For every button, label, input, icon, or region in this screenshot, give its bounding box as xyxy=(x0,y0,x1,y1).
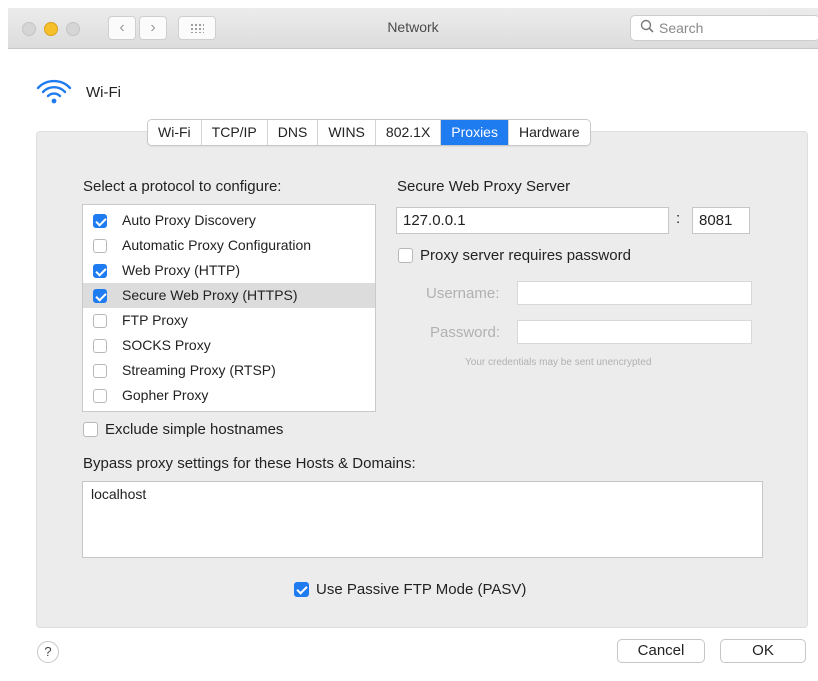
protocol-label: Automatic Proxy Configuration xyxy=(122,237,312,253)
wifi-icon xyxy=(34,77,74,105)
tab-wins[interactable]: WINS xyxy=(318,120,376,145)
protocol-label: Web Proxy (HTTP) xyxy=(122,262,240,278)
tab-8021x[interactable]: 802.1X xyxy=(375,120,442,145)
bypass-label: Bypass proxy settings for these Hosts & … xyxy=(83,455,416,472)
help-button[interactable]: ? xyxy=(37,641,59,663)
exclude-simple-checkbox[interactable] xyxy=(83,422,98,437)
title-bar: ‹ › Network Search xyxy=(8,8,818,49)
bypass-hosts-textarea[interactable]: localhost xyxy=(82,481,763,558)
protocol-checkbox[interactable] xyxy=(93,214,107,228)
search-placeholder: Search xyxy=(659,20,704,36)
protocol-label: Streaming Proxy (RTSP) xyxy=(122,362,276,378)
protocol-row-ftp[interactable]: FTP Proxy xyxy=(83,308,375,333)
protocol-row-rtsp[interactable]: Streaming Proxy (RTSP) xyxy=(83,358,375,383)
proxy-port-field[interactable]: 8081 xyxy=(692,207,750,234)
username-label: Username: xyxy=(426,285,500,302)
protocol-row-auto-discovery[interactable]: Auto Proxy Discovery xyxy=(83,208,375,233)
protocol-label: Secure Web Proxy (HTTPS) xyxy=(122,287,298,303)
requires-password-checkbox[interactable] xyxy=(398,248,413,263)
credentials-warning: Your credentials may be sent unencrypted xyxy=(465,357,652,368)
protocol-row-web-http[interactable]: Web Proxy (HTTP) xyxy=(83,258,375,283)
passive-ftp-label: Use Passive FTP Mode (PASV) xyxy=(316,581,527,598)
passive-ftp-checkbox[interactable] xyxy=(294,582,309,597)
protocol-checkbox[interactable] xyxy=(93,264,107,278)
requires-password-label: Proxy server requires password xyxy=(420,247,631,264)
cancel-button[interactable]: Cancel xyxy=(617,639,705,663)
password-label: Password: xyxy=(430,324,501,341)
tab-dns[interactable]: DNS xyxy=(267,120,319,145)
proxy-host-field[interactable]: 127.0.0.1 xyxy=(396,207,669,234)
host-port-separator: : xyxy=(676,210,681,227)
tab-wifi[interactable]: Wi-Fi xyxy=(148,120,202,145)
interface-name: Wi-Fi xyxy=(86,84,121,101)
protocol-checkbox[interactable] xyxy=(93,239,107,253)
protocol-label: FTP Proxy xyxy=(122,312,188,328)
password-field[interactable] xyxy=(517,320,752,344)
search-input[interactable]: Search xyxy=(630,15,818,41)
protocol-row-socks[interactable]: SOCKS Proxy xyxy=(83,333,375,358)
protocol-checkbox[interactable] xyxy=(93,339,107,353)
protocol-row-secure-https[interactable]: Secure Web Proxy (HTTPS) xyxy=(83,283,375,308)
protocol-checkbox[interactable] xyxy=(93,314,107,328)
protocol-checkbox[interactable] xyxy=(93,289,107,303)
tab-hardware[interactable]: Hardware xyxy=(508,120,590,145)
ok-button[interactable]: OK xyxy=(720,639,806,663)
tab-proxies[interactable]: Proxies xyxy=(441,120,509,145)
protocol-heading: Select a protocol to configure: xyxy=(83,178,282,195)
protocol-label: SOCKS Proxy xyxy=(122,337,211,353)
search-icon xyxy=(640,18,654,37)
protocol-label: Auto Proxy Discovery xyxy=(122,212,256,228)
protocol-row-auto-config[interactable]: Automatic Proxy Configuration xyxy=(83,233,375,258)
proxy-server-heading: Secure Web Proxy Server xyxy=(397,178,571,195)
username-field[interactable] xyxy=(517,281,752,305)
protocol-checkbox[interactable] xyxy=(93,364,107,378)
protocol-checkbox[interactable] xyxy=(93,389,107,403)
protocol-row-gopher[interactable]: Gopher Proxy xyxy=(83,383,375,408)
tab-tcpip[interactable]: TCP/IP xyxy=(201,120,268,145)
protocol-list: Auto Proxy Discovery Automatic Proxy Con… xyxy=(82,204,376,412)
tab-bar: Wi-Fi TCP/IP DNS WINS 802.1X Proxies Har… xyxy=(147,119,591,146)
protocol-label: Gopher Proxy xyxy=(122,387,209,403)
exclude-simple-label: Exclude simple hostnames xyxy=(105,421,284,438)
